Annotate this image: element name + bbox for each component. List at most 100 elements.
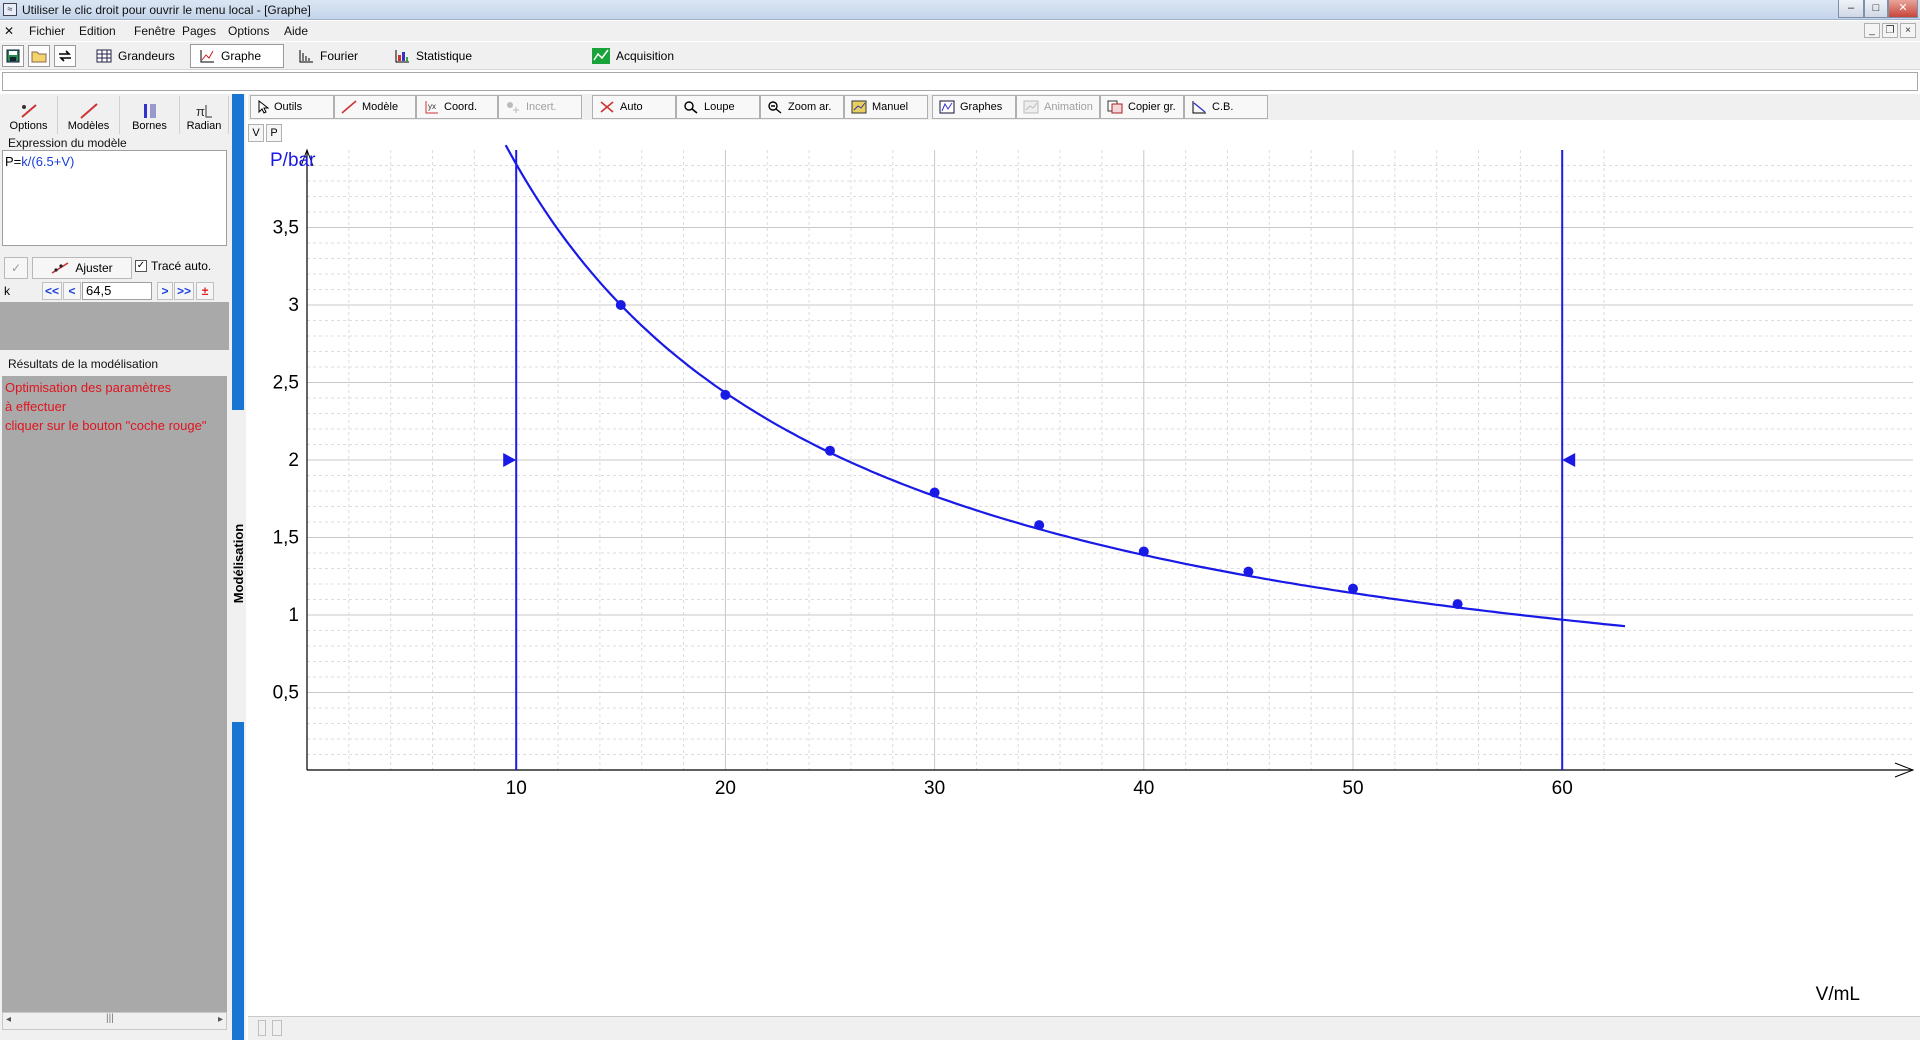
window-title: Utiliser le clic droit pour ouvrir le me…	[22, 3, 311, 17]
options-icon	[20, 104, 37, 118]
tool-coord-button[interactable]: yx Coord.	[416, 95, 498, 119]
panel-splitter[interactable]: Modélisation	[229, 94, 246, 1040]
minimize-button[interactable]: –	[1838, 0, 1864, 18]
results-horizontal-scrollbar[interactable]: ◂ ||| ▸	[2, 1012, 227, 1030]
app-icon[interactable]: ≈	[3, 3, 17, 16]
param-fast-decrease-button[interactable]: <<	[42, 282, 62, 300]
data-point	[1138, 546, 1149, 557]
bounds-tool-button[interactable]: Bornes	[120, 96, 180, 134]
manuel-label: Manuel	[872, 101, 909, 113]
cursor-icon	[258, 100, 269, 114]
models-tool-button[interactable]: Modèles	[58, 96, 120, 134]
variable-p-button[interactable]: P	[266, 124, 282, 142]
spectrum-icon	[299, 50, 313, 63]
mdi-close-button[interactable]: ×	[1900, 23, 1916, 38]
tab-graphe-label: Graphe	[221, 49, 262, 63]
model-curve-group	[504, 144, 1626, 628]
validate-check-button[interactable]: ✓	[4, 257, 28, 279]
checkbox-checked-icon: ✓	[135, 260, 147, 272]
swap-arrows-icon	[59, 50, 71, 62]
mdi-restore-button[interactable]: ❐	[1882, 23, 1898, 38]
fit-row: ✓ Ajuster ✓ Tracé auto.	[0, 256, 229, 280]
tab-fourier[interactable]: Fourier	[290, 44, 366, 68]
tab-acquisition[interactable]: Acquisition	[584, 44, 682, 68]
menu-pages[interactable]: Pages	[182, 24, 216, 38]
fit-button-label: Ajuster	[75, 261, 113, 275]
param-increase-button[interactable]: >	[157, 282, 173, 300]
data-point	[929, 487, 940, 498]
tool-auto-button[interactable]: Auto	[592, 95, 676, 119]
outils-label: Outils	[274, 101, 303, 113]
graph-toolbar: Outils Modèle yx Coord. Incert. Auto Lou…	[248, 94, 1920, 120]
tool-graphes-button[interactable]: Graphes	[932, 95, 1016, 119]
x-axis-label: V/mL	[1816, 984, 1860, 1005]
radian-tool-button[interactable]: π Radian	[180, 96, 229, 134]
menu-fichier[interactable]: Fichier	[29, 24, 65, 38]
tool-loupe-button[interactable]: Loupe	[676, 95, 760, 119]
save-button[interactable]	[2, 45, 24, 67]
param-decrease-button[interactable]: <	[63, 282, 81, 300]
data-point	[720, 389, 731, 400]
tab-statistique[interactable]: Statistique	[386, 44, 480, 68]
param-sign-button[interactable]: ±	[196, 282, 214, 300]
graph-area[interactable]: 10 20 30 40 50 60 0,5 1 1,5 2 2,5 3 3,5 P/bar V/mL	[248, 144, 1920, 1014]
tab-graphe[interactable]: Graphe	[190, 44, 284, 68]
coord-label: Coord.	[444, 101, 478, 113]
scroll-thumb-grip[interactable]: |||	[106, 1013, 114, 1024]
tab-grandeurs-label: Grandeurs	[118, 49, 175, 63]
variable-v-button[interactable]: V	[248, 124, 264, 142]
model-curve	[504, 144, 1626, 628]
y-tick-label: 2	[288, 450, 299, 471]
param-fast-increase-button[interactable]: >>	[174, 282, 194, 300]
x-tick-label: 60	[1552, 778, 1573, 799]
options-tool-button[interactable]: Options	[0, 96, 58, 134]
menu-aide[interactable]: Aide	[284, 24, 308, 38]
parameter-value-input[interactable]: 64,5	[82, 282, 152, 300]
auto-trace-checkbox[interactable]: ✓ Tracé auto.	[135, 259, 211, 273]
svg-text:π: π	[196, 104, 205, 119]
tab-grandeurs[interactable]: Grandeurs	[88, 44, 183, 68]
tool-outils-button[interactable]: Outils	[250, 95, 334, 119]
data-point	[615, 300, 626, 310]
model-panel: Options Modèles Bornes π Radian Expressi…	[0, 94, 229, 1040]
graph-horizontal-scrollbar[interactable]	[248, 1016, 1920, 1040]
auto-trace-label: Tracé auto.	[151, 259, 212, 273]
menu-options[interactable]: Options	[228, 24, 269, 38]
scroll-right-icon[interactable]: ▸	[218, 1014, 223, 1025]
cb-icon	[1192, 101, 1206, 114]
mdi-menu-icon[interactable]: ✕	[4, 24, 14, 38]
refresh-button[interactable]	[54, 45, 76, 67]
histogram-icon	[395, 50, 409, 63]
scroll-left-icon[interactable]: ◂	[6, 1014, 11, 1025]
copy-graph-icon	[1107, 100, 1123, 114]
zoom-ar-label: Zoom ar.	[788, 101, 832, 113]
tool-modele-button[interactable]: Modèle	[334, 95, 416, 119]
tool-animation-button[interactable]: Animation	[1016, 95, 1100, 119]
model-expression-field[interactable]: P=k/(6.5+V)	[2, 150, 227, 246]
x-tick-label: 20	[715, 778, 736, 799]
tool-manuel-button[interactable]: Manuel	[844, 95, 928, 119]
maximize-button[interactable]: □	[1864, 0, 1888, 18]
auto-icon	[600, 101, 614, 113]
menu-fenetre[interactable]: Fenêtre	[134, 24, 175, 38]
cb-label: C.B.	[1212, 101, 1234, 113]
magnifier-icon	[684, 101, 698, 114]
data-points	[615, 300, 1463, 610]
result-line: Optimisation des paramètres	[5, 380, 172, 395]
scroll-thumb[interactable]	[272, 1020, 282, 1036]
menu-edition[interactable]: Edition	[79, 24, 116, 38]
tab-fourier-label: Fourier	[320, 49, 359, 63]
scroll-thumb[interactable]	[258, 1020, 266, 1036]
tool-copier-gr-button[interactable]: Copier gr.	[1100, 95, 1184, 119]
fit-button[interactable]: Ajuster	[32, 257, 132, 279]
mdi-minimize-button[interactable]: _	[1864, 23, 1880, 38]
open-button[interactable]	[28, 45, 50, 67]
tool-zoom-ar-button[interactable]: Zoom ar.	[760, 95, 844, 119]
tool-cb-button[interactable]: C.B.	[1184, 95, 1268, 119]
command-input[interactable]	[2, 72, 1918, 91]
y-tick-label: 0,5	[273, 683, 299, 704]
copier-gr-label: Copier gr.	[1128, 101, 1176, 113]
results-area: Optimisation des paramètres à effectuer …	[2, 376, 227, 1012]
tool-incert-button[interactable]: Incert.	[498, 95, 582, 119]
close-button[interactable]: ✕	[1888, 0, 1918, 18]
